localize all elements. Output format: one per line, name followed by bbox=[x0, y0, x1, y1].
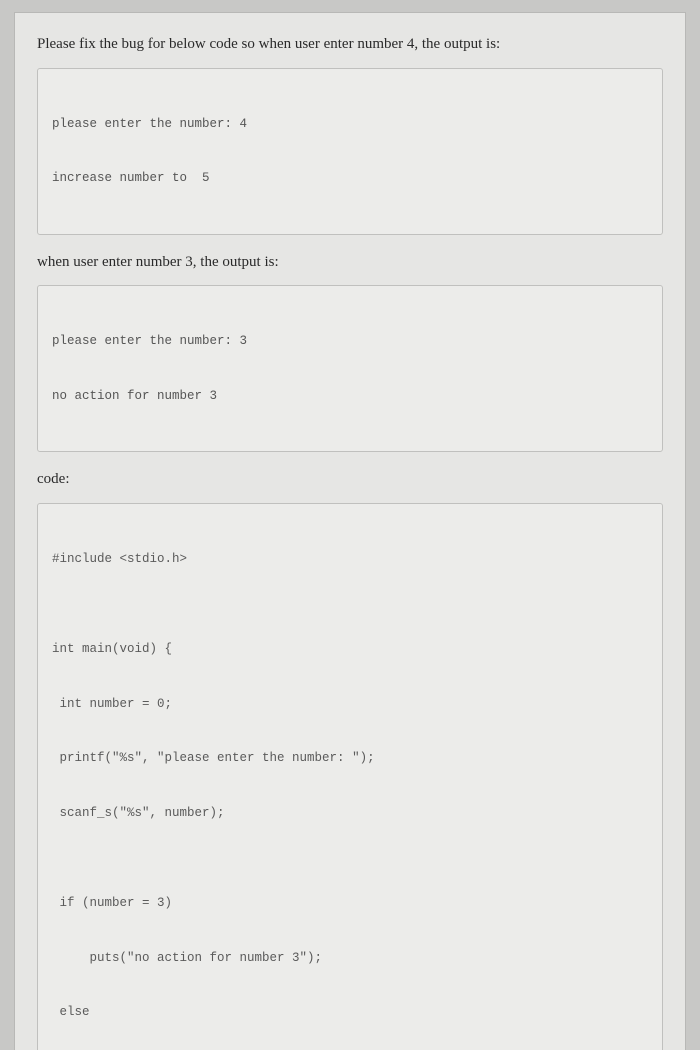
output-box-1: please enter the number: 4 increase numb… bbox=[37, 68, 663, 235]
code-l6: scanf_s("%s", number); bbox=[52, 804, 648, 822]
question-page: Please fix the bug for below code so whe… bbox=[14, 12, 686, 1050]
mid-text: when user enter number 3, the output is: bbox=[37, 251, 663, 274]
code-box: #include <stdio.h> int main(void) { int … bbox=[37, 503, 663, 1050]
intro-text: Please fix the bug for below code so whe… bbox=[37, 33, 663, 56]
code-l1: #include <stdio.h> bbox=[52, 550, 648, 568]
output2-line2: no action for number 3 bbox=[52, 387, 648, 405]
code-l9: puts("no action for number 3"); bbox=[52, 949, 648, 967]
output2-line1: please enter the number: 3 bbox=[52, 332, 648, 350]
code-l10: else bbox=[52, 1003, 648, 1021]
output-box-2: please enter the number: 3 no action for… bbox=[37, 285, 663, 452]
code-label: code: bbox=[37, 468, 663, 491]
code-l4: int number = 0; bbox=[52, 695, 648, 713]
output1-line2: increase number to 5 bbox=[52, 169, 648, 187]
code-l3: int main(void) { bbox=[52, 640, 648, 658]
code-l5: printf("%s", "please enter the number: "… bbox=[52, 749, 648, 767]
output1-line1: please enter the number: 4 bbox=[52, 115, 648, 133]
code-l8: if (number = 3) bbox=[52, 894, 648, 912]
